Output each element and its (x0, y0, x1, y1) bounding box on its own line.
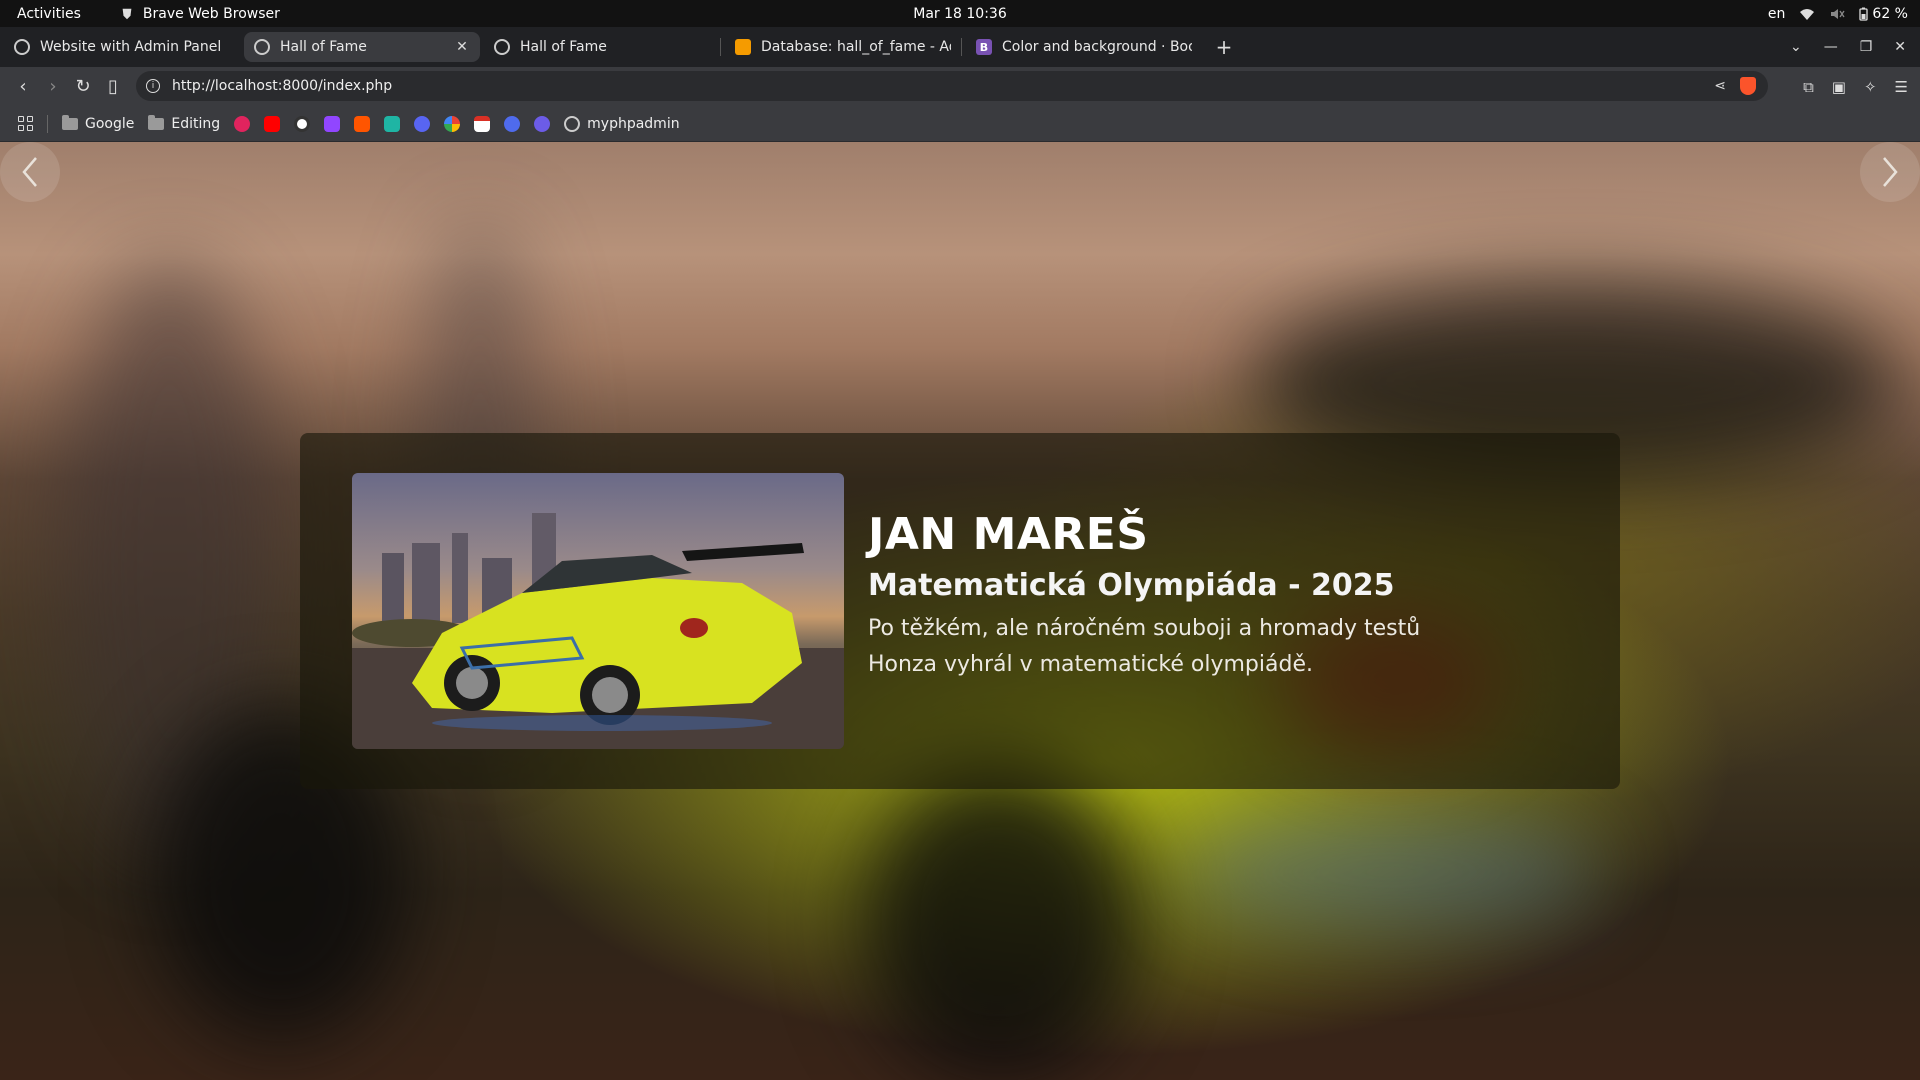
bookmark-label: Google (85, 115, 135, 132)
system-top-bar: Activities Brave Web Browser Mar 18 10:3… (0, 0, 1920, 27)
phpmyadmin-icon (735, 39, 751, 55)
battery-percentage: 62 % (1872, 5, 1908, 22)
forward-button[interactable]: › (38, 76, 68, 97)
calendar-icon[interactable] (474, 115, 491, 132)
url-text[interactable]: http://localhost:8000/index.php (172, 78, 392, 94)
reload-button[interactable]: ↻ (68, 76, 98, 97)
tab-label: Hall of Fame (280, 39, 367, 55)
tab-hall-of-fame[interactable]: Hall of Fame (484, 32, 720, 62)
menu-icon[interactable]: ☰ (1895, 78, 1908, 96)
background-blur (860, 762, 1140, 1080)
toolbar-actions: ⧉ ▣ ✧ ☰ (1803, 78, 1908, 96)
volume-muted-icon (1831, 8, 1845, 19)
winner-card: JAN MAREŠ Matematická Olympiáda - 2025 P… (300, 433, 1620, 789)
bookmark-icon[interactable]: ▯ (98, 76, 128, 97)
carousel-next-button[interactable] (1860, 142, 1920, 202)
tab-separator (720, 38, 721, 56)
globe-icon (494, 39, 510, 55)
winner-photo (352, 473, 844, 749)
winner-info: JAN MAREŠ Matematická Olympiáda - 2025 P… (868, 509, 1568, 683)
sidebar-icon[interactable]: ▣ (1832, 78, 1846, 96)
tab-search-icon[interactable]: ⌄ (1790, 39, 1802, 55)
tab-separator (961, 38, 962, 56)
minimize-button[interactable]: — (1824, 39, 1838, 55)
globe-icon (254, 39, 270, 55)
discord-icon[interactable] (414, 115, 431, 132)
activities-button[interactable]: Activities (17, 6, 81, 22)
bootstrap-icon: B (976, 39, 992, 55)
tab-bootstrap-docs[interactable]: B Color and background · Boo (966, 32, 1202, 62)
clock[interactable]: Mar 18 10:36 (913, 6, 1006, 22)
background-blur (1180, 812, 1600, 932)
address-bar[interactable]: i http://localhost:8000/index.php ⋖ (136, 71, 1768, 101)
competition-title: Matematická Olympiáda - 2025 (868, 568, 1395, 603)
bookmark-google[interactable]: Google (62, 114, 135, 132)
back-button[interactable]: ‹ (8, 76, 38, 97)
share-icon[interactable]: ⋖ (1714, 78, 1726, 94)
folder-icon (148, 114, 165, 130)
hall-of-fame-page: JAN MAREŠ Matematická Olympiáda - 2025 P… (0, 142, 1920, 1080)
tab-label: Website with Admin Panel (40, 39, 222, 55)
system-tray[interactable]: en 62 % (1768, 6, 1908, 22)
extensions-icon[interactable]: ⧉ (1803, 78, 1814, 96)
winner-description: Po těžkém, ale náročném souboji a hromad… (868, 616, 1421, 677)
soundcloud-icon[interactable] (354, 115, 371, 132)
winner-name: JAN MAREŠ (868, 509, 1149, 560)
close-tab-icon[interactable]: ✕ (454, 39, 470, 55)
folder-icon (62, 114, 78, 130)
yellow-car-photo (352, 513, 844, 749)
bookmark-myphpadmin[interactable]: myphpadmin (564, 115, 680, 132)
wifi-icon (1800, 8, 1815, 20)
bookmark-editing[interactable]: Editing (148, 114, 221, 132)
brave-lion-icon (122, 8, 132, 19)
globe-icon (564, 115, 581, 132)
close-window-button[interactable]: ✕ (1894, 39, 1906, 55)
apps-icon[interactable] (18, 116, 33, 131)
bookmark-separator (47, 114, 48, 133)
chevron-left-icon (22, 157, 37, 187)
tab-label: Database: hall_of_fame - Ad (761, 39, 951, 55)
globe-icon (14, 39, 30, 55)
language-indicator[interactable]: en (1768, 6, 1786, 22)
tab-database-phpmyadmin[interactable]: Database: hall_of_fame - Ad (725, 32, 961, 62)
bookmarks-bar: Google Editing myphpadmin (0, 106, 1920, 142)
carousel-prev-button[interactable] (0, 142, 60, 202)
brave-shields-icon[interactable] (1740, 77, 1756, 95)
chevron-right-icon (1883, 157, 1898, 187)
bookmark-label: myphpadmin (587, 115, 680, 132)
leo-ai-icon[interactable]: ✧ (1864, 78, 1877, 96)
new-tab-button[interactable]: + (1212, 35, 1236, 59)
bookmark-label: Editing (171, 115, 221, 132)
app-menu[interactable]: Brave Web Browser (119, 6, 280, 22)
tab-strip: Website with Admin Panel Hall of Fame ✕ … (0, 27, 1920, 67)
circle-icon[interactable] (294, 115, 311, 132)
window-controls: ⌄ — ❐ ✕ (1790, 27, 1920, 67)
maximize-button[interactable]: ❐ (1860, 39, 1873, 55)
purple-badge-icon[interactable] (534, 115, 551, 132)
google-photos-icon[interactable] (444, 115, 461, 132)
blue-shield-icon[interactable] (504, 115, 521, 132)
youtube-icon[interactable] (264, 115, 281, 132)
browser-toolbar: ‹ › ↻ ▯ i http://localhost:8000/index.ph… (0, 67, 1920, 106)
tab-hall-of-fame-active[interactable]: Hall of Fame ✕ (244, 32, 480, 62)
app-name: Brave Web Browser (142, 5, 280, 22)
site-info-icon[interactable]: i (146, 79, 160, 93)
twitch-icon[interactable] (324, 115, 341, 132)
tab-label: Hall of Fame (520, 39, 607, 55)
tab-website-admin[interactable]: Website with Admin Panel (4, 32, 240, 62)
teal-app-icon[interactable] (384, 115, 401, 132)
battery-icon (1859, 7, 1869, 21)
red-play-icon[interactable] (234, 115, 251, 132)
tab-label: Color and background · Boo (1002, 39, 1192, 55)
